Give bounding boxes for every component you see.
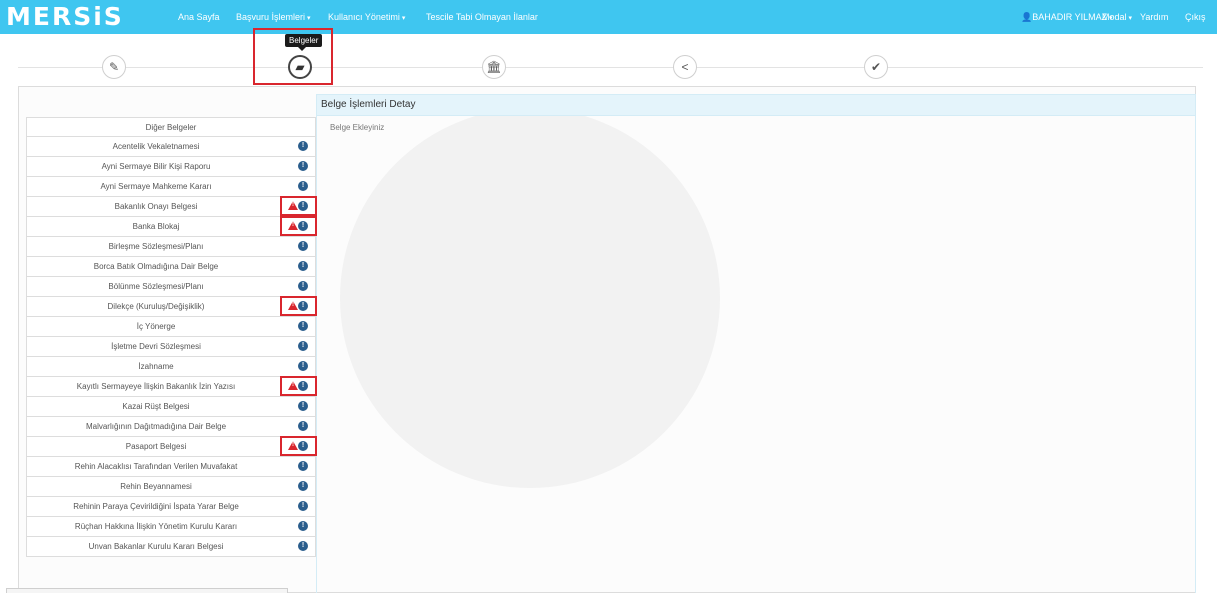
nav-modal-label: Modal [1102, 12, 1127, 22]
document-list-item[interactable]: Kayıtlı Sermayeye İlişkin Bakanlık İzin … [26, 377, 316, 397]
document-label: İşletme Devri Sözleşmesi [111, 342, 201, 351]
highlight-box-warning [280, 196, 317, 216]
nav-logout[interactable]: Çıkış [1185, 0, 1206, 34]
document-list-item[interactable]: Rehin Alacaklısı Tarafından Verilen Muva… [26, 457, 316, 477]
document-label: Acentelik Vekaletnamesi [112, 142, 200, 151]
info-icon[interactable]: ! [298, 401, 308, 411]
document-list-item[interactable]: Malvarlığının Dağıtmadığına Dair Belge! [26, 417, 316, 437]
document-label: Borca Batık Olmadığına Dair Belge [93, 262, 219, 271]
document-list-item[interactable]: Ayni Sermaye Mahkeme Kararı! [26, 177, 316, 197]
info-icon[interactable]: ! [298, 521, 308, 531]
nav-user-management-label: Kullanıcı Yönetimi [328, 12, 400, 22]
document-label: Kayıtlı Sermayeye İlişkin Bakanlık İzin … [76, 382, 236, 391]
info-icon[interactable]: ! [298, 361, 308, 371]
document-label: Bakanlık Onayı Belgesi [114, 202, 198, 211]
document-list-item[interactable]: Borca Batık Olmadığına Dair Belge! [26, 257, 316, 277]
nav-home[interactable]: Ana Sayfa [178, 0, 220, 34]
info-icon[interactable]: ! [298, 281, 308, 291]
nav-user-menu[interactable]: 👤BAHADIR YILMAZ ▾ [1021, 0, 1113, 34]
document-list-item[interactable]: Kazai Rüşt Belgesi! [26, 397, 316, 417]
document-list-item[interactable]: Bölünme Sözleşmesi/Planı! [26, 277, 316, 297]
info-icon[interactable]: ! [298, 481, 308, 491]
info-icon[interactable]: ! [298, 501, 308, 511]
nav-help[interactable]: Yardım [1140, 0, 1168, 34]
document-list-item[interactable]: Birleşme Sözleşmesi/Planı! [26, 237, 316, 257]
document-label: Kazai Rüşt Belgesi [122, 402, 190, 411]
nav-unregistered-ads[interactable]: Tescile Tabi Olmayan İlanlar [426, 0, 538, 34]
step-edit[interactable]: ✎ [102, 55, 126, 79]
info-icon[interactable]: ! [298, 321, 308, 331]
document-list-item[interactable]: Dilekçe (Kuruluş/Değişiklik)! [26, 297, 316, 317]
document-label: Rüçhan Hakkına İlişkin Yönetim Kurulu Ka… [74, 522, 238, 531]
document-list-item[interactable]: Rüçhan Hakkına İlişkin Yönetim Kurulu Ka… [26, 517, 316, 537]
document-label: Rehin Beyannamesi [120, 482, 192, 491]
document-label: Dilekçe (Kuruluş/Değişiklik) [107, 302, 205, 311]
bank-icon: 🏛 [486, 60, 502, 74]
nav-user-management[interactable]: Kullanıcı Yönetimi ▾ [328, 0, 405, 34]
document-label: Rehinin Paraya Çevirildiğini İspata Yara… [73, 502, 239, 511]
info-icon[interactable]: ! [298, 541, 308, 551]
info-icon[interactable]: ! [298, 461, 308, 471]
highlight-box-documents-step [253, 28, 333, 85]
document-list-item[interactable]: İç Yönerge! [26, 317, 316, 337]
document-label: Birleşme Sözleşmesi/Planı [108, 242, 204, 251]
user-name: BAHADIR YILMAZ [1032, 12, 1108, 22]
highlight-box-warning [280, 296, 317, 316]
document-label: Unvan Bakanlar Kurulu Kararı Belgesi [88, 542, 224, 551]
document-list-item[interactable]: Pasaport Belgesi! [26, 437, 316, 457]
caret-down-icon: ▾ [305, 15, 311, 22]
document-list-item[interactable]: Unvan Bakanlar Kurulu Kararı Belgesi! [26, 537, 316, 557]
document-list-item[interactable]: Ayni Sermaye Bilir Kişi Raporu! [26, 157, 316, 177]
step-confirm[interactable]: ✔ [864, 55, 888, 79]
highlight-box-warning [280, 436, 317, 456]
document-label: Rehin Alacaklısı Tarafından Verilen Muva… [74, 462, 238, 471]
document-label: Banka Blokaj [132, 222, 180, 231]
step-institution[interactable]: 🏛 [482, 55, 506, 79]
document-list-item[interactable]: Banka Blokaj! [26, 217, 316, 237]
document-list-item[interactable]: İşletme Devri Sözleşmesi! [26, 337, 316, 357]
top-navbar: MERSiS Ana Sayfa Başvuru İşlemleri ▾ Kul… [0, 0, 1217, 34]
share-icon: < [681, 60, 689, 74]
caret-down-icon: ▾ [1126, 15, 1132, 22]
document-label: Bölünme Sözleşmesi/Planı [108, 282, 204, 291]
document-list-item[interactable]: Bakanlık Onayı Belgesi! [26, 197, 316, 217]
document-list: Diğer Belgeler Acentelik Vekaletnamesi! A… [26, 117, 316, 557]
user-icon: 👤 [1021, 12, 1033, 22]
document-label: İç Yönerge [136, 322, 176, 331]
info-icon[interactable]: ! [298, 261, 308, 271]
highlight-box-warning [280, 376, 317, 396]
info-icon[interactable]: ! [298, 141, 308, 151]
detail-body [316, 116, 1196, 593]
document-label: Pasaport Belgesi [125, 442, 187, 451]
nav-modal[interactable]: Modal ▾ [1102, 0, 1132, 34]
info-icon[interactable]: ! [298, 161, 308, 171]
info-icon[interactable]: ! [298, 181, 308, 191]
document-list-header: Diğer Belgeler [26, 117, 316, 137]
document-label: Ayni Sermaye Mahkeme Kararı [100, 182, 212, 191]
status-bar [6, 588, 288, 593]
info-icon[interactable]: ! [298, 341, 308, 351]
document-label: Malvarlığının Dağıtmadığına Dair Belge [85, 422, 227, 431]
document-label: Ayni Sermaye Bilir Kişi Raporu [101, 162, 211, 171]
document-list-item[interactable]: Rehin Beyannamesi! [26, 477, 316, 497]
step-share[interactable]: < [673, 55, 697, 79]
info-icon[interactable]: ! [298, 241, 308, 251]
caret-down-icon: ▾ [399, 15, 406, 22]
check-icon: ✔ [870, 60, 882, 74]
info-icon[interactable]: ! [298, 421, 308, 431]
detail-hint: Belge Ekleyiniz [330, 123, 385, 132]
document-list-item[interactable]: Rehinin Paraya Çevirildiğini İspata Yara… [26, 497, 316, 517]
document-list-item[interactable]: İzahname! [26, 357, 316, 377]
wizard-line [18, 67, 1203, 68]
nav-applications-label: Başvuru İşlemleri [236, 12, 306, 22]
pencil-icon: ✎ [108, 60, 120, 74]
document-list-item[interactable]: Acentelik Vekaletnamesi! [26, 137, 316, 157]
detail-header: Belge İşlemleri Detay [316, 94, 1196, 116]
document-label: İzahname [138, 362, 174, 371]
logo: MERSiS [6, 2, 124, 31]
highlight-box-warning [280, 216, 317, 236]
